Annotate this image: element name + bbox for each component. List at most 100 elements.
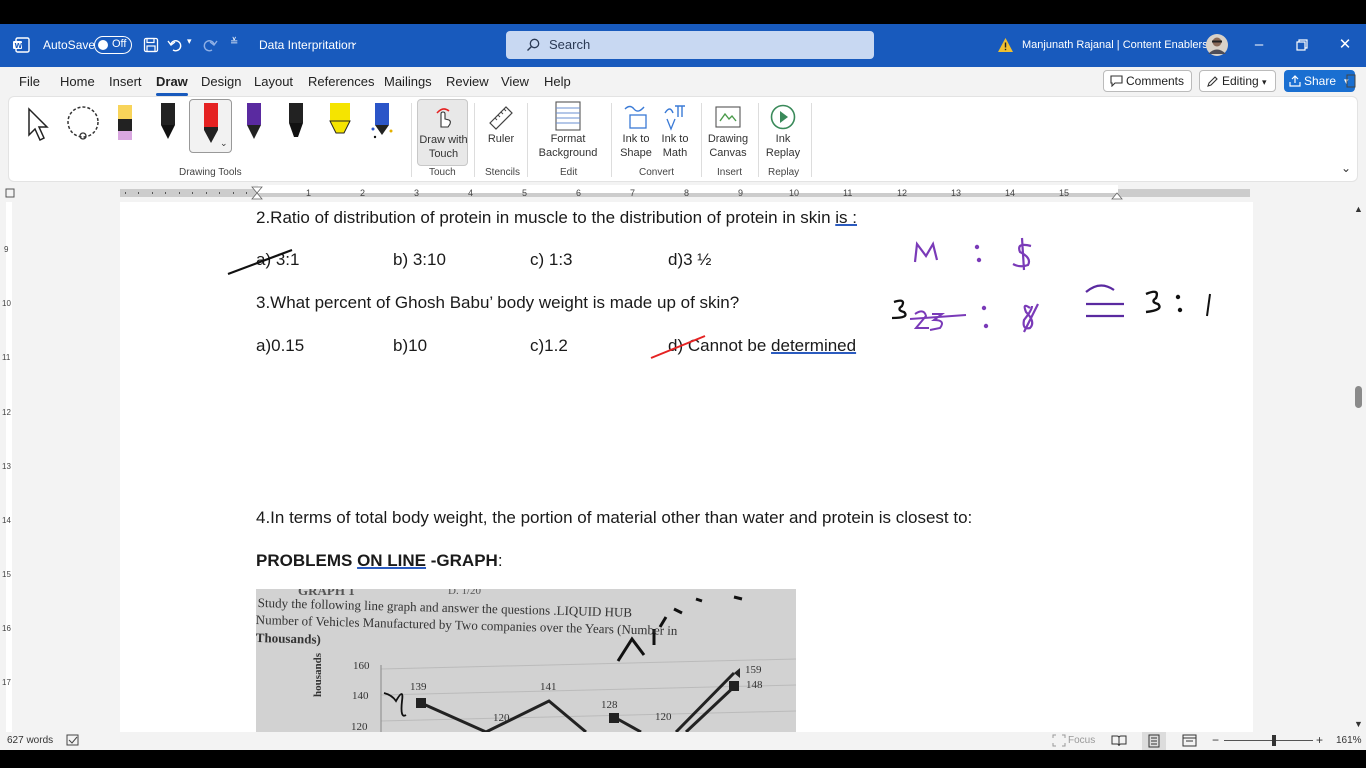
tab-design[interactable]: Design bbox=[201, 74, 241, 89]
tab-home[interactable]: Home bbox=[60, 74, 95, 89]
ruler-number: 4 bbox=[468, 188, 474, 198]
title-bar: W AutoSave Off ▾ ≚ Data Interpritation ⌄ bbox=[0, 24, 1366, 67]
ruler-number: 10 bbox=[789, 188, 800, 198]
autosave-toggle[interactable]: Off bbox=[94, 36, 132, 54]
ink-replay-button[interactable]: Ink Replay bbox=[761, 99, 805, 166]
proofing-icon[interactable] bbox=[66, 734, 80, 747]
ruler-ticks bbox=[5, 185, 1250, 200]
galaxy-pen-icon[interactable] bbox=[369, 101, 395, 141]
comments-button[interactable]: Comments bbox=[1103, 70, 1192, 92]
draw-with-touch-button[interactable]: Draw with Touch bbox=[417, 99, 468, 166]
print-layout-button[interactable] bbox=[1142, 732, 1166, 750]
avatar[interactable] bbox=[1205, 33, 1229, 57]
ink-colon bbox=[974, 244, 980, 250]
ribbon-options-icon[interactable] bbox=[1345, 74, 1357, 88]
photo-data-label: 141 bbox=[540, 681, 557, 693]
tab-review[interactable]: Review bbox=[446, 74, 489, 89]
yellow-highlighter-icon[interactable] bbox=[327, 101, 353, 141]
photo-page-ref: D. 1/20 bbox=[448, 589, 481, 597]
ink-1 bbox=[1206, 293, 1211, 317]
tab-layout[interactable]: Layout bbox=[254, 74, 293, 89]
vertical-ruler[interactable]: 9 10 11 12 13 14 15 16 17 bbox=[0, 202, 18, 732]
vertical-scrollbar[interactable]: ▲ ▼ bbox=[1352, 202, 1366, 732]
ink-colon bbox=[1175, 294, 1181, 300]
word-app-icon[interactable]: W bbox=[13, 37, 30, 53]
ink-annotations[interactable] bbox=[120, 202, 1253, 402]
warning-icon[interactable] bbox=[997, 37, 1014, 53]
zoom-slider-track[interactable] bbox=[1224, 740, 1313, 741]
ink-to-math-icon bbox=[664, 105, 685, 131]
photo-data-label: 139 bbox=[410, 681, 427, 693]
ribbon-separator bbox=[411, 103, 412, 177]
select-objects-icon[interactable] bbox=[25, 105, 53, 145]
tab-help[interactable]: Help bbox=[544, 74, 571, 89]
format-background-button[interactable]: Format Background bbox=[531, 99, 605, 166]
title-chevron-icon[interactable]: ⌄ bbox=[350, 37, 358, 48]
scroll-down-icon[interactable]: ▼ bbox=[1354, 719, 1363, 729]
ruler-number: 3 bbox=[414, 188, 420, 198]
ink-to-shape-button[interactable]: Ink to Shape bbox=[617, 99, 655, 166]
ink-strike-25 bbox=[909, 314, 967, 320]
editing-mode-button[interactable]: Editing ▾ bbox=[1199, 70, 1276, 92]
ink-to-math-button[interactable]: Ink to Math bbox=[656, 99, 694, 166]
ribbon-separator bbox=[474, 103, 475, 177]
focus-label[interactable]: Focus bbox=[1068, 735, 1095, 746]
zoom-slider-thumb[interactable] bbox=[1272, 735, 1276, 746]
scroll-thumb[interactable] bbox=[1355, 386, 1362, 408]
ruler-number: 17 bbox=[2, 678, 11, 687]
ruler-number: 15 bbox=[2, 570, 11, 579]
scroll-up-icon[interactable]: ▲ bbox=[1354, 204, 1363, 214]
graph-photo[interactable]: GRAPH 1 D. 1/20 Study the following line… bbox=[256, 589, 796, 732]
black-marker-icon[interactable] bbox=[285, 101, 307, 141]
lasso-select-icon[interactable] bbox=[64, 105, 104, 145]
undo-icon[interactable] bbox=[167, 37, 183, 53]
user-name[interactable]: Manjunath Rajanal | Content Enablers bbox=[1022, 39, 1208, 51]
document-title[interactable]: Data Interpritation bbox=[259, 38, 354, 52]
horizontal-ruler[interactable]: 1 2 3 4 5 6 7 8 9 10 11 12 13 14 15 bbox=[0, 184, 1366, 202]
red-pen-selected[interactable]: ⌄ bbox=[189, 99, 232, 153]
save-icon[interactable] bbox=[143, 37, 159, 53]
ink-to-shape-icon bbox=[624, 105, 647, 129]
ruler-number: 7 bbox=[630, 188, 636, 198]
heading-part-3: -GRAPH bbox=[430, 551, 498, 570]
ruler-number: 10 bbox=[2, 299, 11, 308]
collapse-ribbon-chevron-icon[interactable]: ⌄ bbox=[1341, 161, 1351, 175]
ruler-button[interactable]: Ruler bbox=[481, 99, 521, 166]
tab-references[interactable]: References bbox=[308, 74, 374, 89]
zoom-level[interactable]: 161% bbox=[1336, 735, 1362, 746]
search-box[interactable]: Search bbox=[506, 31, 874, 59]
search-placeholder: Search bbox=[549, 37, 591, 52]
toggle-knob bbox=[98, 39, 108, 50]
drawing-canvas-label-1: Drawing bbox=[707, 133, 749, 145]
autosave-label: AutoSave bbox=[43, 38, 96, 52]
focus-icon[interactable] bbox=[1052, 734, 1066, 747]
drawing-canvas-button[interactable]: Drawing Canvas bbox=[705, 99, 751, 166]
ink-8 bbox=[1022, 303, 1039, 333]
ink-colon bbox=[1177, 307, 1183, 313]
undo-dropdown-icon[interactable]: ▾ bbox=[187, 36, 192, 47]
web-layout-icon[interactable] bbox=[1182, 734, 1198, 747]
redo-icon[interactable] bbox=[202, 37, 218, 53]
tab-draw[interactable]: Draw bbox=[156, 74, 188, 96]
black-pen-icon[interactable] bbox=[157, 101, 179, 141]
tab-mailings[interactable]: Mailings bbox=[384, 74, 432, 89]
restore-button[interactable] bbox=[1287, 32, 1317, 58]
zoom-in-button[interactable]: + bbox=[1316, 733, 1323, 747]
tab-view[interactable]: View bbox=[501, 74, 529, 89]
share-icon bbox=[1289, 75, 1301, 87]
document-page[interactable]: 2.Ratio of distribution of protein in mu… bbox=[120, 202, 1253, 732]
purple-pen-icon[interactable] bbox=[243, 101, 265, 141]
word-count[interactable]: 627 words bbox=[7, 735, 53, 746]
pencil-highlighter-icon[interactable] bbox=[115, 103, 135, 143]
zoom-out-button[interactable]: − bbox=[1212, 733, 1219, 747]
customize-toolbar-icon[interactable]: ≚ bbox=[230, 37, 238, 48]
minimize-button[interactable]: – bbox=[1244, 32, 1274, 58]
photo-data-label: 128 bbox=[601, 699, 618, 711]
search-icon bbox=[527, 38, 540, 51]
tab-file[interactable]: File bbox=[19, 74, 40, 89]
read-mode-icon[interactable] bbox=[1111, 734, 1127, 747]
close-button[interactable]: ✕ bbox=[1330, 32, 1360, 58]
heading-colon: : bbox=[497, 551, 503, 570]
tab-insert[interactable]: Insert bbox=[109, 74, 142, 89]
photo-data-label: 159 bbox=[745, 664, 762, 676]
